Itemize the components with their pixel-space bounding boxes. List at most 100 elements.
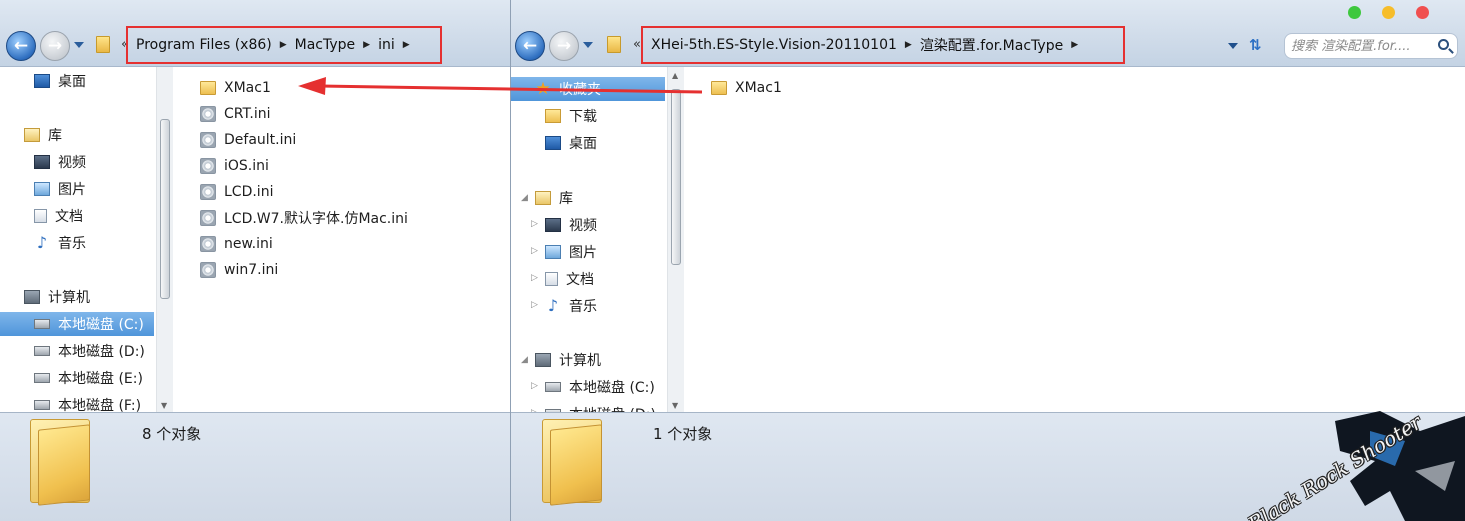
nav-item-desktop[interactable]: 桌面 (545, 131, 597, 155)
nav-item-label: 桌面 (58, 74, 86, 90)
nav-item-computer[interactable]: 计算机 (24, 285, 90, 309)
expand-arrow-icon[interactable]: ▷ (531, 273, 538, 283)
nav-item-library[interactable]: 库 (535, 186, 573, 210)
drive-icon (545, 382, 561, 392)
breadcrumb-item[interactable]: ini (378, 37, 395, 53)
nav-scrollbar[interactable]: ▼ (156, 67, 173, 412)
maximize-button[interactable] (1348, 6, 1361, 19)
close-button[interactable] (1416, 6, 1429, 19)
file-item-ini[interactable]: iOS.ini (200, 154, 269, 178)
drive-icon (34, 373, 50, 383)
scrollbar-thumb[interactable] (671, 89, 681, 265)
nav-item-library[interactable]: 库 (24, 123, 62, 147)
breadcrumb-item[interactable]: Program Files (x86) (136, 37, 272, 53)
nav-item-drive-d[interactable]: 本地磁盘 (D:) (545, 402, 656, 412)
search-input[interactable] (1291, 38, 1431, 54)
toolbar: ← → « Program Files (x86) ▶ MacType ▶ in… (0, 0, 510, 67)
settings-file-icon (200, 132, 216, 148)
overflow-chevron-icon[interactable]: « (633, 37, 641, 52)
file-name: LCD.W7.默认字体.仿Mac.ini (224, 211, 408, 227)
history-dropdown-icon[interactable] (583, 42, 593, 48)
nav-item-documents[interactable]: 文档 (34, 204, 83, 228)
nav-item-label: 文档 (55, 209, 83, 225)
nav-item-computer[interactable]: 计算机 (535, 348, 601, 372)
nav-item-videos[interactable]: 视频 (34, 150, 86, 174)
nav-item-music[interactable]: ♪ 音乐 (34, 231, 86, 255)
breadcrumb-arrow-icon[interactable]: ▶ (363, 40, 370, 50)
history-dropdown-icon[interactable] (74, 42, 84, 48)
nav-item-label: 库 (48, 128, 62, 144)
breadcrumb: XHei-5th.ES-Style.Vision-20110101 ▶ 渲染配置… (641, 26, 1125, 64)
navigation-pane: ◢ ★ 收藏夹 下载 桌面 ◢ 库 ▷ 视频 ▷ 图片 ▷ (511, 67, 669, 412)
file-list: XMac1 (685, 67, 1465, 412)
address-dropdown-icon[interactable] (1228, 43, 1238, 49)
nav-item-pictures[interactable]: 图片 (34, 177, 86, 201)
collapse-arrow-icon[interactable]: ◢ (521, 193, 528, 203)
nav-item-label: 音乐 (569, 299, 597, 315)
breadcrumb-item[interactable]: MacType (295, 37, 356, 53)
toolbar: ← → « XHei-5th.ES-Style.Vision-20110101 … (511, 0, 1465, 67)
breadcrumb-item[interactable]: XHei-5th.ES-Style.Vision-20110101 (651, 37, 897, 53)
back-button[interactable]: ← (515, 31, 545, 61)
breadcrumb-arrow-icon[interactable]: ▶ (1071, 40, 1078, 50)
collapse-arrow-icon[interactable]: ◢ (521, 355, 528, 365)
expand-arrow-icon[interactable]: ▷ (531, 219, 538, 229)
nav-item-drive-c[interactable]: 本地磁盘 (C:) (545, 375, 655, 399)
file-item-ini[interactable]: new.ini (200, 232, 273, 256)
nav-item-pictures[interactable]: 图片 (545, 240, 597, 264)
breadcrumb-arrow-icon[interactable]: ▶ (905, 40, 912, 50)
nav-item-drive-c[interactable]: 本地磁盘 (C:) (0, 312, 154, 336)
nav-item-music[interactable]: ♪ 音乐 (545, 294, 597, 318)
nav-scrollbar[interactable]: ▲ ▼ (667, 67, 684, 412)
settings-file-icon (200, 158, 216, 174)
file-item-ini[interactable]: LCD.W7.默认字体.仿Mac.ini (200, 206, 408, 230)
nav-item-drive-f[interactable]: 本地磁盘 (F:) (34, 393, 141, 412)
search-box[interactable] (1284, 33, 1458, 59)
file-name: iOS.ini (224, 158, 269, 174)
nav-item-label: 库 (559, 191, 573, 207)
nav-item-drive-d[interactable]: 本地磁盘 (D:) (34, 339, 145, 363)
pictures-icon (34, 182, 50, 196)
pictures-icon (545, 245, 561, 259)
nav-item-desktop[interactable]: 桌面 (34, 69, 86, 93)
scrollbar-thumb[interactable] (160, 119, 170, 299)
file-item-ini[interactable]: LCD.ini (200, 180, 273, 204)
scroll-up-arrow-icon[interactable]: ▲ (672, 71, 678, 80)
nav-item-drive-e[interactable]: 本地磁盘 (E:) (34, 366, 143, 390)
nav-item-label: 本地磁盘 (E:) (58, 371, 143, 387)
breadcrumb-arrow-icon[interactable]: ▶ (280, 40, 287, 50)
drive-icon (34, 400, 50, 410)
nav-item-documents[interactable]: 文档 (545, 267, 594, 291)
breadcrumb-arrow-icon[interactable]: ▶ (403, 40, 410, 50)
file-item-folder[interactable]: XMac1 (200, 76, 271, 100)
refresh-icon[interactable]: ⇅ (1249, 36, 1262, 54)
documents-icon (545, 272, 558, 286)
nav-item-favorites[interactable]: ★ 收藏夹 (511, 77, 665, 101)
expand-arrow-icon[interactable]: ▷ (531, 300, 538, 310)
scroll-down-arrow-icon[interactable]: ▼ (161, 401, 167, 410)
breadcrumb-item[interactable]: 渲染配置.for.MacType (920, 35, 1063, 55)
item-count: 8 个对象 (142, 425, 202, 443)
file-name: LCD.ini (224, 184, 274, 200)
nav-item-label: 下载 (569, 109, 597, 125)
nav-item-videos[interactable]: 视频 (545, 213, 597, 237)
minimize-button[interactable] (1382, 6, 1395, 19)
forward-button[interactable]: → (40, 31, 70, 61)
file-item-ini[interactable]: CRT.ini (200, 102, 270, 126)
expand-arrow-icon[interactable]: ▷ (531, 381, 538, 391)
file-item-ini[interactable]: win7.ini (200, 258, 278, 282)
documents-icon (34, 209, 47, 223)
back-button[interactable]: ← (6, 31, 36, 61)
file-item-ini[interactable]: Default.ini (200, 128, 296, 152)
nav-item-label: 收藏夹 (559, 82, 601, 98)
forward-button[interactable]: → (549, 31, 579, 61)
folder-icon (711, 81, 727, 95)
expand-arrow-icon[interactable]: ▷ (531, 246, 538, 256)
nav-item-label: 图片 (58, 182, 86, 198)
scroll-down-arrow-icon[interactable]: ▼ (672, 401, 678, 410)
file-item-folder[interactable]: XMac1 (711, 76, 782, 100)
navigation-pane: 桌面 库 视频 图片 文档 ♪ 音乐 计算机 本地磁盘 (C:) 本地磁盘 (D… (0, 67, 158, 412)
nav-item-downloads[interactable]: 下载 (545, 104, 597, 128)
search-icon[interactable] (1438, 39, 1449, 50)
settings-file-icon (200, 210, 216, 226)
